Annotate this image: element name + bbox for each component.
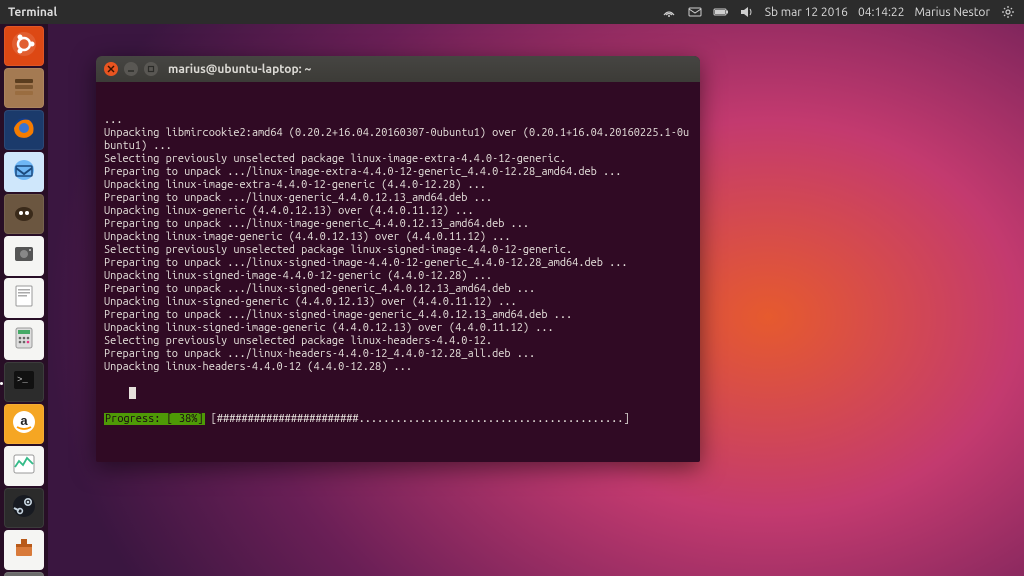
window-close-button[interactable] — [104, 62, 118, 76]
clock-time[interactable]: 04:14:22 — [858, 6, 905, 19]
terminal-line: Unpacking linux-generic (4.4.0.12.13) ov… — [104, 205, 692, 218]
terminal-line: Unpacking libmircookie2:amd64 (0.20.2+16… — [104, 127, 692, 153]
document-viewer-icon — [13, 284, 35, 312]
terminal-line: Unpacking linux-headers-4.4.0-12 (4.4.0-… — [104, 361, 692, 374]
terminal-line: Unpacking linux-image-extra-4.4.0-12-gen… — [104, 179, 692, 192]
progress-bar: [#######################................… — [211, 413, 630, 425]
launcher-item-ubuntu-dash[interactable] — [2, 26, 46, 66]
network-icon[interactable] — [661, 4, 677, 20]
terminal-line: Preparing to unpack .../linux-signed-ima… — [104, 309, 692, 322]
terminal-line: Unpacking linux-signed-image-generic (4.… — [104, 322, 692, 335]
launcher-item-steam[interactable] — [2, 488, 46, 528]
launcher-item-calculator[interactable] — [2, 320, 46, 360]
volume-icon[interactable] — [739, 4, 755, 20]
gimp-icon — [11, 199, 37, 229]
system-monitor-icon — [12, 453, 36, 479]
terminal-output[interactable]: ...Unpacking libmircookie2:amd64 (0.20.2… — [96, 82, 700, 462]
terminal-line: Selecting previously unselected package … — [104, 153, 692, 166]
terminal-line: Preparing to unpack .../linux-image-gene… — [104, 218, 692, 231]
calculator-icon — [13, 326, 35, 354]
launcher-item-software[interactable] — [2, 530, 46, 570]
terminal-line: Selecting previously unselected package … — [104, 335, 692, 348]
terminal-line: Preparing to unpack .../linux-headers-4.… — [104, 348, 692, 361]
terminal-line: Unpacking linux-signed-image-4.4.0-12-ge… — [104, 270, 692, 283]
terminal-line: Preparing to unpack .../linux-signed-gen… — [104, 283, 692, 296]
launcher-item-amazon[interactable]: a — [2, 404, 46, 444]
gear-icon[interactable] — [1000, 4, 1016, 20]
window-maximize-button[interactable] — [144, 62, 158, 76]
launcher-item-shotwell[interactable] — [2, 236, 46, 276]
window-minimize-button[interactable] — [124, 62, 138, 76]
launcher-item-gimp[interactable] — [2, 194, 46, 234]
clock-date[interactable]: Sb mar 12 2016 — [765, 6, 848, 19]
launcher-item-document-viewer[interactable] — [2, 278, 46, 318]
svg-text:>_: >_ — [17, 375, 28, 385]
terminal-line: Preparing to unpack .../linux-signed-ima… — [104, 257, 692, 270]
top-menubar: Terminal Sb mar 12 2016 04:14:22 Marius … — [0, 0, 1024, 24]
terminal-line: Unpacking linux-image-generic (4.4.0.12.… — [104, 231, 692, 244]
shotwell-icon — [12, 242, 36, 270]
terminal-icon: >_ — [12, 369, 36, 395]
launcher-item-trash[interactable] — [2, 572, 46, 576]
thunderbird-icon — [11, 157, 37, 187]
files-icon — [11, 73, 37, 103]
mail-icon[interactable] — [687, 4, 703, 20]
launcher-item-files[interactable] — [2, 68, 46, 108]
terminal-cursor — [129, 387, 136, 399]
software-icon — [12, 536, 36, 564]
amazon-icon: a — [12, 410, 36, 438]
terminal-line: Unpacking linux-signed-generic (4.4.0.12… — [104, 296, 692, 309]
terminal-line: Preparing to unpack .../linux-generic_4.… — [104, 192, 692, 205]
launcher-item-terminal[interactable]: >_ — [2, 362, 46, 402]
launcher-item-firefox[interactable] — [2, 110, 46, 150]
ubuntu-dash-icon — [10, 30, 38, 62]
svg-text:a: a — [20, 413, 28, 428]
terminal-line: ... — [104, 114, 692, 127]
terminal-window[interactable]: marius@ubuntu-laptop: ~ ...Unpacking lib… — [96, 56, 700, 462]
window-titlebar[interactable]: marius@ubuntu-laptop: ~ — [96, 56, 700, 82]
active-app-title: Terminal — [8, 6, 57, 19]
terminal-line: Preparing to unpack .../linux-image-extr… — [104, 166, 692, 179]
progress-label: Progress: [ 38%] — [104, 413, 205, 425]
terminal-line: Selecting previously unselected package … — [104, 244, 692, 257]
launcher-item-system-monitor[interactable] — [2, 446, 46, 486]
session-user[interactable]: Marius Nestor — [914, 6, 990, 19]
battery-icon[interactable] — [713, 4, 729, 20]
window-title: marius@ubuntu-laptop: ~ — [168, 63, 311, 76]
firefox-icon — [11, 115, 37, 145]
steam-icon — [12, 494, 36, 522]
unity-launcher: >_a — [0, 24, 48, 576]
launcher-item-thunderbird[interactable] — [2, 152, 46, 192]
